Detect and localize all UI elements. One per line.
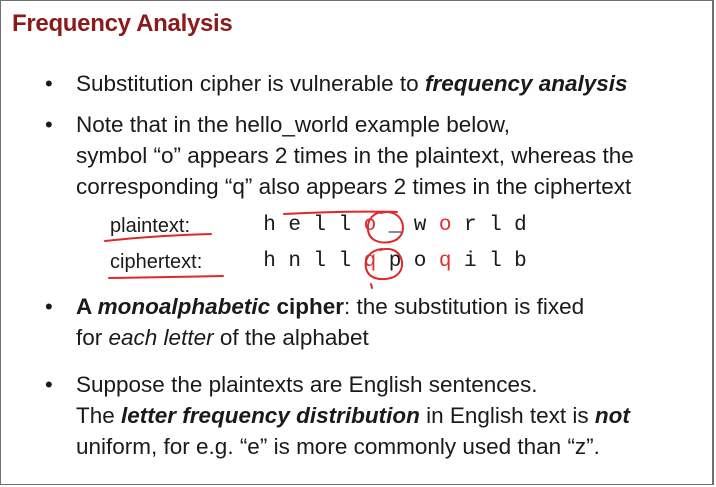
char-cell: i	[463, 250, 477, 273]
text-run: Substitution cipher is vulnerable to	[76, 71, 425, 96]
text-run: cipher	[270, 294, 344, 319]
text-run: frequency analysis	[424, 71, 628, 96]
char-cell: n	[288, 250, 301, 273]
text-run: of the alphabet	[213, 325, 369, 350]
slide-title: Frequency Analysis	[12, 10, 233, 37]
text-run: letter frequency distribution	[121, 403, 420, 428]
text-run: not	[594, 403, 630, 428]
char-cell: w	[413, 214, 427, 237]
bullet-line: Substitution cipher is vulnerable to fre…	[76, 68, 628, 99]
text-run: uniform, for e.g. “e” is more commonly u…	[76, 434, 600, 459]
char-cell: l	[338, 214, 352, 237]
bullet-line: A monoalphabetic cipher: the substitutio…	[76, 291, 584, 322]
char-cell: l	[313, 214, 327, 237]
char-cell: l	[338, 250, 352, 273]
char-cell: _	[388, 214, 402, 237]
char-cell: b	[514, 250, 527, 273]
slide: Frequency Analysis • Substitution cipher…	[0, 0, 714, 485]
char-cell: h	[263, 214, 276, 237]
bullet-line: for each letter of the alphabet	[76, 322, 584, 353]
bullet-line: corresponding “q” also appears 2 times i…	[76, 171, 634, 202]
bullet-text: Suppose the plaintexts are English sente…	[76, 369, 630, 462]
char-cell: o	[413, 250, 427, 273]
char-cell: e	[288, 214, 301, 237]
bullet-dot-icon: •	[45, 372, 53, 397]
char-cell: h	[263, 250, 276, 273]
char-cell: p	[388, 250, 402, 273]
bullet-dot-icon: •	[45, 71, 53, 96]
char-cell: d	[514, 214, 527, 237]
char-cell: r	[463, 214, 477, 237]
bullet-line: The letter frequency distribution in Eng…	[76, 400, 630, 431]
plaintext-chars: h e l l o _ w o r l d	[257, 214, 533, 237]
text-run: Suppose the plaintexts are English sente…	[76, 372, 538, 397]
bullet-text: Note that in the hello_world example bel…	[76, 109, 634, 202]
ciphertext-label: ciphertext:	[110, 251, 203, 273]
text-run: for	[76, 325, 109, 350]
bullet-line: uniform, for e.g. “e” is more commonly u…	[76, 431, 630, 462]
text-run: A	[76, 294, 98, 319]
ciphertext-underline-mark	[108, 275, 224, 279]
char-cell: l	[489, 214, 502, 237]
bullet-line: Note that in the hello_world example bel…	[76, 109, 634, 140]
text-run: each letter	[108, 325, 214, 350]
bullet-dot-icon: •	[45, 112, 53, 137]
char-cell: q	[363, 250, 377, 273]
text-run: in English text is	[419, 403, 595, 428]
text-run: : the substitution is fixed	[343, 294, 585, 319]
text-run: monoalphabetic	[97, 294, 271, 319]
text-run: corresponding “q” also appears 2 times i…	[76, 174, 632, 199]
bullet-text: Substitution cipher is vulnerable to fre…	[76, 68, 628, 99]
char-cell: o	[438, 214, 452, 237]
text-run: The	[76, 403, 122, 428]
plaintext-label: plaintext:	[110, 215, 191, 237]
ciphertext-chars: hnllqpoqilb	[257, 250, 533, 273]
char-cell: o	[363, 214, 377, 237]
char-cell: l	[489, 250, 502, 273]
bullet-text: A monoalphabetic cipher: the substitutio…	[76, 291, 584, 353]
text-run: Note that in the hello_world example bel…	[76, 112, 511, 137]
bullet-dot-icon: •	[45, 294, 53, 319]
bullet-line: symbol “o” appears 2 times in the plaint…	[76, 140, 634, 171]
char-cell: l	[313, 250, 327, 273]
char-cell: q	[438, 250, 452, 273]
tick-mark	[370, 283, 373, 289]
text-run: symbol “o” appears 2 times in the plaint…	[76, 143, 634, 168]
bullet-line: Suppose the plaintexts are English sente…	[76, 369, 630, 400]
